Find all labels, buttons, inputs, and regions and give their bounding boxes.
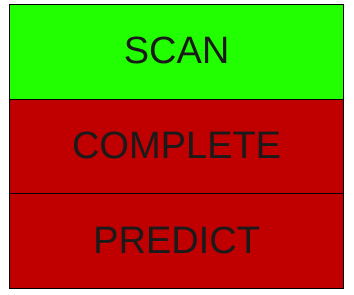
predict-button[interactable]: PREDICT (10, 193, 343, 289)
button-panel: SCAN COMPLETE PREDICT (9, 4, 344, 289)
complete-button[interactable]: COMPLETE (10, 98, 343, 194)
scan-button[interactable]: SCAN (10, 5, 343, 99)
